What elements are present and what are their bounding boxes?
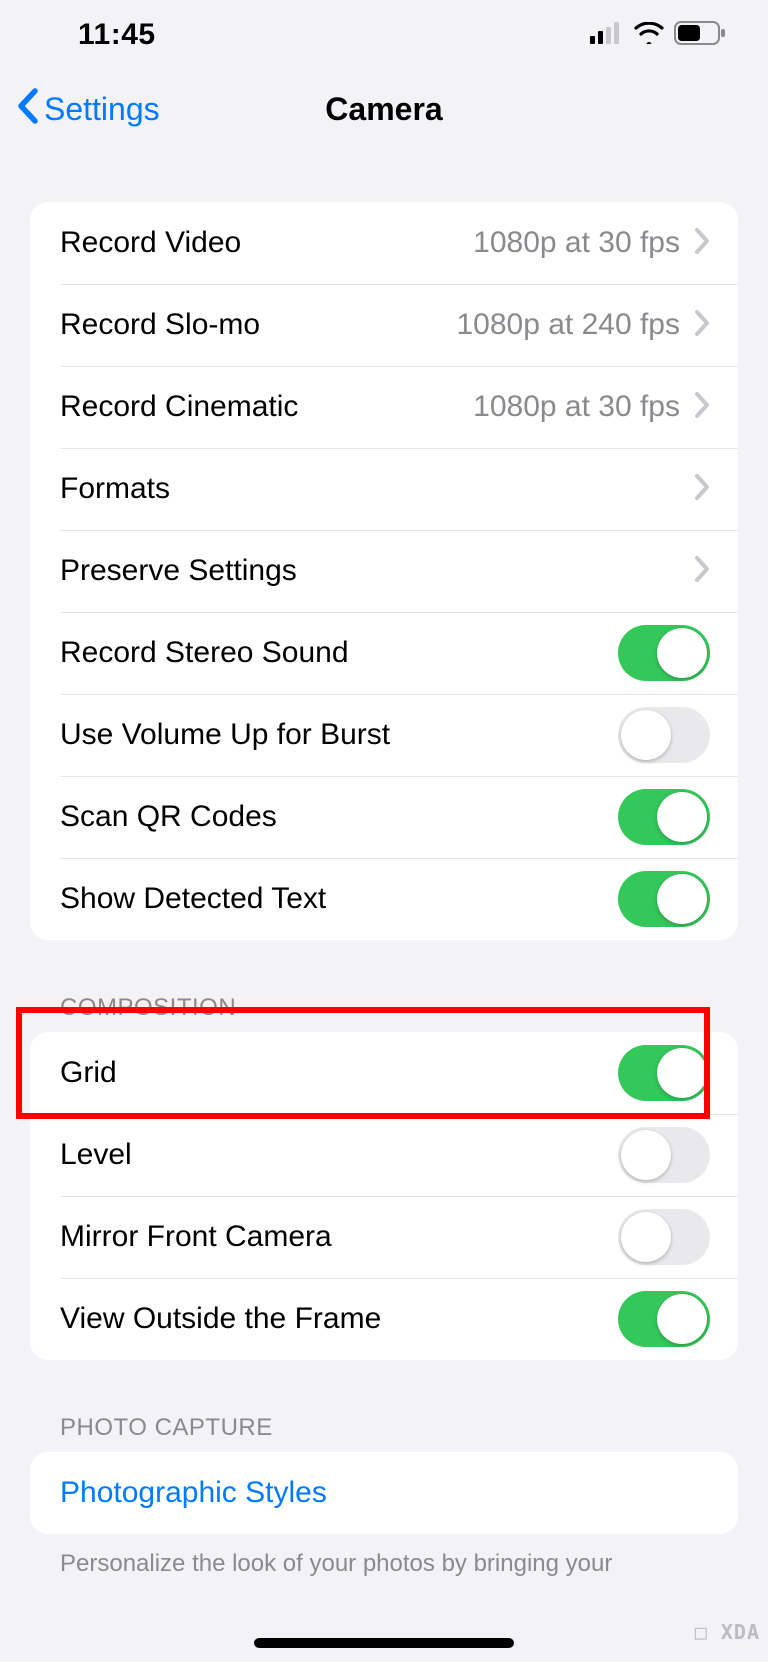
- row-mirror-front-camera: Mirror Front Camera: [30, 1196, 738, 1278]
- section-footer-photo-capture: Personalize the look of your photos by b…: [0, 1534, 768, 1579]
- settings-group-photo-capture: Photographic Styles: [30, 1452, 738, 1534]
- row-photographic-styles[interactable]: Photographic Styles: [30, 1452, 738, 1534]
- row-label: View Outside the Frame: [60, 1302, 618, 1336]
- status-icons: [590, 21, 726, 50]
- row-label: Preserve Settings: [60, 554, 694, 588]
- home-indicator[interactable]: [254, 1638, 514, 1648]
- row-label: Show Detected Text: [60, 882, 618, 916]
- row-formats[interactable]: Formats: [30, 448, 738, 530]
- battery-icon: [674, 21, 726, 50]
- row-record-cinematic[interactable]: Record Cinematic 1080p at 30 fps: [30, 366, 738, 448]
- wifi-icon: [634, 22, 664, 49]
- cellular-icon: [590, 22, 624, 49]
- toggle-grid[interactable]: [618, 1045, 710, 1101]
- back-button[interactable]: Settings: [16, 86, 160, 132]
- chevron-right-icon: [694, 555, 710, 588]
- status-bar: 11:45: [0, 0, 768, 70]
- row-label: Record Video: [60, 226, 473, 260]
- row-label: Grid: [60, 1056, 618, 1090]
- row-detail: 1080p at 30 fps: [473, 390, 680, 424]
- row-scan-qr-codes: Scan QR Codes: [30, 776, 738, 858]
- toggle-record-stereo-sound[interactable]: [618, 625, 710, 681]
- chevron-right-icon: [694, 227, 710, 260]
- chevron-right-icon: [694, 473, 710, 506]
- section-header-photo-capture: PHOTO CAPTURE: [0, 1414, 768, 1452]
- row-detail: 1080p at 30 fps: [473, 226, 680, 260]
- settings-group-composition: Grid Level Mirror Front Camera View Outs…: [30, 1032, 738, 1360]
- row-volume-up-burst: Use Volume Up for Burst: [30, 694, 738, 776]
- chevron-right-icon: [694, 391, 710, 424]
- row-link-label: Photographic Styles: [60, 1476, 327, 1510]
- chevron-right-icon: [694, 309, 710, 342]
- row-label: Record Stereo Sound: [60, 636, 618, 670]
- row-detail: 1080p at 240 fps: [456, 308, 680, 342]
- nav-bar: Settings Camera: [0, 70, 768, 148]
- toggle-view-outside-frame[interactable]: [618, 1291, 710, 1347]
- chevron-left-icon: [16, 88, 40, 132]
- row-label: Use Volume Up for Burst: [60, 718, 618, 752]
- row-record-slomo[interactable]: Record Slo-mo 1080p at 240 fps: [30, 284, 738, 366]
- row-label: Record Slo-mo: [60, 308, 456, 342]
- toggle-level[interactable]: [618, 1127, 710, 1183]
- row-label: Level: [60, 1138, 618, 1172]
- row-record-stereo-sound: Record Stereo Sound: [30, 612, 738, 694]
- watermark: □ XDA: [695, 1620, 760, 1644]
- row-label: Formats: [60, 472, 694, 506]
- status-time: 11:45: [78, 18, 156, 52]
- toggle-mirror-front-camera[interactable]: [618, 1209, 710, 1265]
- row-grid: Grid: [30, 1032, 738, 1114]
- toggle-scan-qr-codes[interactable]: [618, 789, 710, 845]
- row-show-detected-text: Show Detected Text: [30, 858, 738, 940]
- row-preserve-settings[interactable]: Preserve Settings: [30, 530, 738, 612]
- row-label: Mirror Front Camera: [60, 1220, 618, 1254]
- section-header-composition: COMPOSITION: [0, 994, 768, 1032]
- row-label: Record Cinematic: [60, 390, 473, 424]
- toggle-show-detected-text[interactable]: [618, 871, 710, 927]
- row-label: Scan QR Codes: [60, 800, 618, 834]
- row-level: Level: [30, 1114, 738, 1196]
- row-view-outside-frame: View Outside the Frame: [30, 1278, 738, 1360]
- settings-group-main: Record Video 1080p at 30 fps Record Slo-…: [30, 202, 738, 940]
- toggle-volume-up-burst[interactable]: [618, 707, 710, 763]
- row-record-video[interactable]: Record Video 1080p at 30 fps: [30, 202, 738, 284]
- back-label: Settings: [44, 91, 160, 128]
